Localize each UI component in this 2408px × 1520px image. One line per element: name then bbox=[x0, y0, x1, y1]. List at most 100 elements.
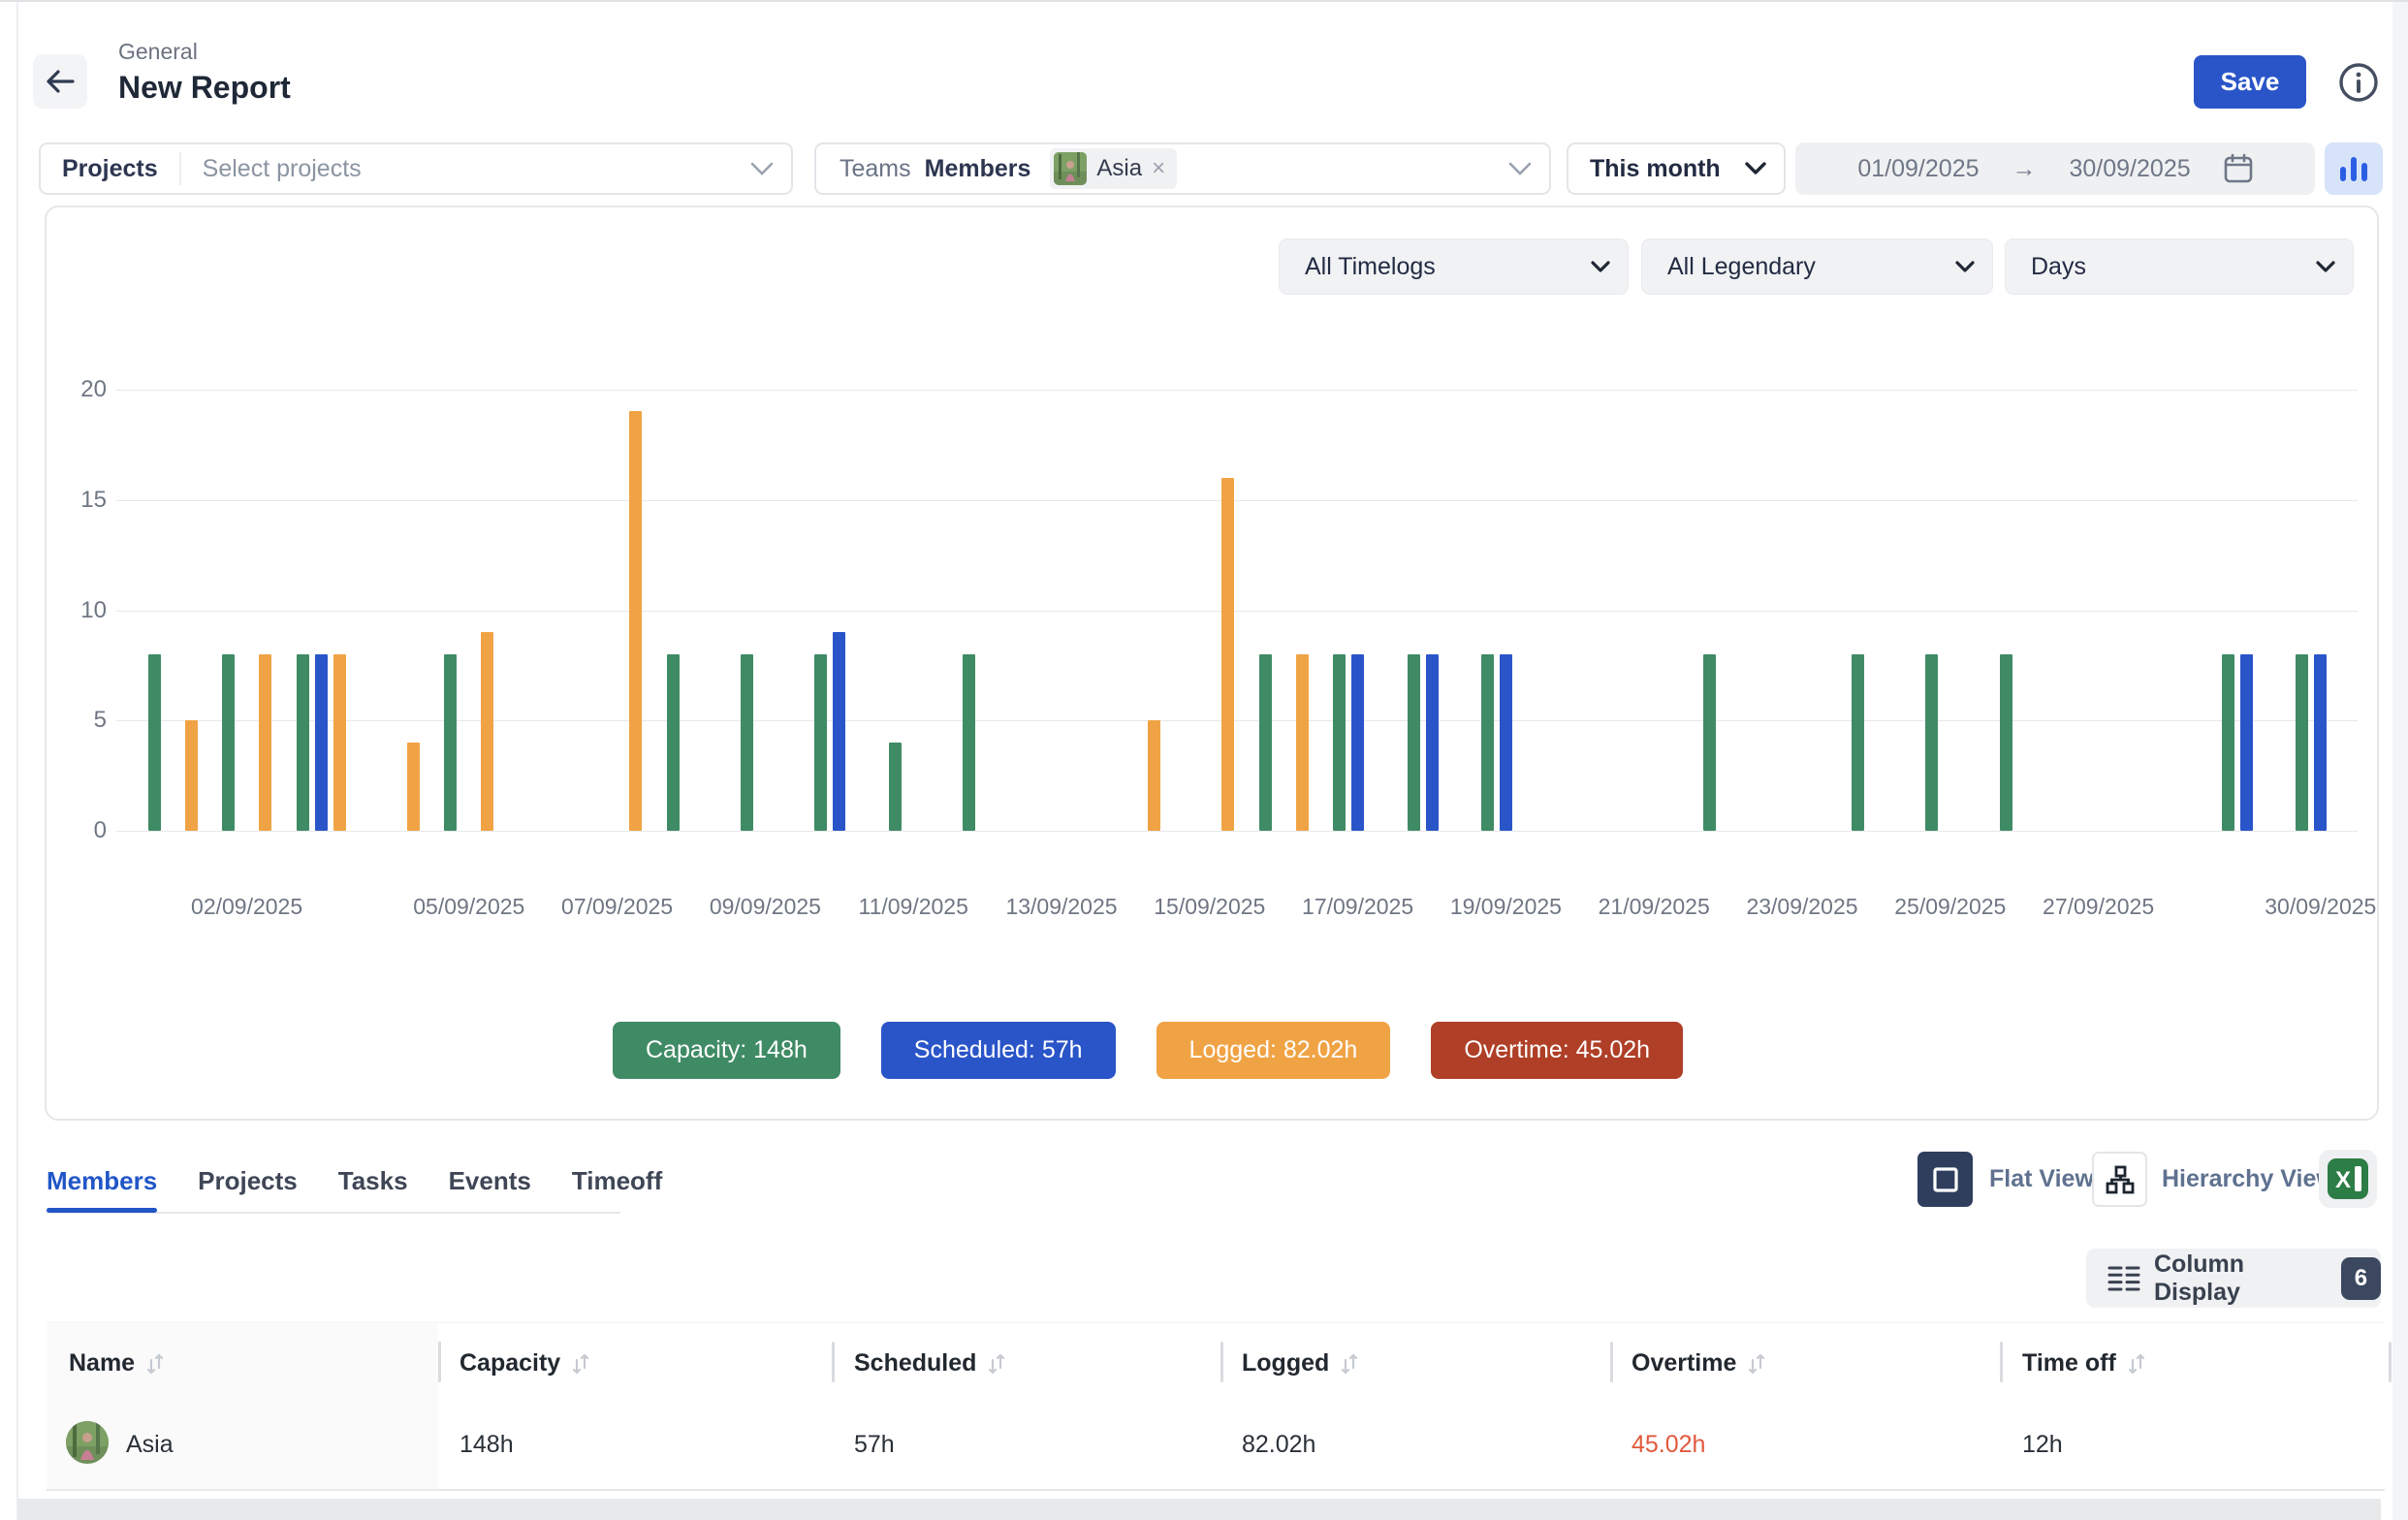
y-axis-tick: 20 bbox=[39, 376, 107, 403]
sort-icon[interactable] bbox=[146, 1352, 165, 1376]
column-divider[interactable] bbox=[438, 1342, 441, 1382]
bar-capacity-02/09/2025[interactable] bbox=[222, 654, 235, 831]
chart-legend: Capacity: 148h Scheduled: 57h Logged: 82.0… bbox=[613, 1022, 1683, 1079]
bar-logged-05/09/2025[interactable] bbox=[481, 632, 493, 831]
member-chip[interactable]: Asia × bbox=[1050, 148, 1177, 189]
bar-capacity-25/09/2025[interactable] bbox=[1925, 654, 1938, 831]
cell-capacity: 148h bbox=[459, 1431, 514, 1459]
column-header-logged[interactable]: Logged bbox=[1242, 1349, 1359, 1378]
column-header-overtime[interactable]: Overtime bbox=[1632, 1349, 1766, 1378]
bar-scheduled-17/09/2025[interactable] bbox=[1351, 654, 1364, 831]
bar-logged-04/09/2025[interactable] bbox=[407, 743, 420, 831]
sort-icon[interactable] bbox=[572, 1352, 590, 1376]
column-divider[interactable] bbox=[832, 1342, 835, 1382]
legend-logged-button[interactable]: Logged: 82.02h bbox=[1156, 1022, 1391, 1079]
bar-logged-14/09/2025[interactable] bbox=[1148, 720, 1160, 831]
next-section-edge bbox=[17, 1499, 2381, 1520]
teams-toggle[interactable]: Teams bbox=[816, 155, 925, 183]
tab-events[interactable]: Events bbox=[449, 1166, 531, 1218]
bar-capacity-18/09/2025[interactable] bbox=[1408, 654, 1420, 831]
bar-capacity-01/09/2025[interactable] bbox=[148, 654, 161, 831]
bar-logged-16/09/2025[interactable] bbox=[1296, 654, 1309, 831]
legend-capacity-button[interactable]: Capacity: 148h bbox=[613, 1022, 840, 1079]
bar-logged-02/09/2025[interactable] bbox=[259, 654, 271, 831]
tab-projects[interactable]: Projects bbox=[198, 1166, 298, 1218]
bar-capacity-24/09/2025[interactable] bbox=[1852, 654, 1864, 831]
bar-scheduled-30/09/2025[interactable] bbox=[2314, 654, 2327, 831]
timelogs-filter-value: All Timelogs bbox=[1280, 253, 1436, 281]
breadcrumb: General bbox=[118, 39, 198, 65]
sort-icon[interactable] bbox=[2128, 1352, 2146, 1376]
tab-timeoff[interactable]: Timeoff bbox=[572, 1166, 662, 1218]
column-header-capacity[interactable]: Capacity bbox=[459, 1349, 590, 1378]
column-display-button[interactable]: Column Display 6 bbox=[2086, 1249, 2381, 1308]
bar-capacity-17/09/2025[interactable] bbox=[1333, 654, 1346, 831]
bar-capacity-10/09/2025[interactable] bbox=[814, 654, 827, 831]
chevron-down-icon bbox=[1508, 162, 1532, 175]
bar-capacity-08/09/2025[interactable] bbox=[667, 654, 680, 831]
flat-view-button[interactable] bbox=[1917, 1152, 1973, 1207]
sort-icon[interactable] bbox=[988, 1352, 1006, 1376]
bar-scheduled-03/09/2025[interactable] bbox=[315, 654, 328, 831]
column-header-name[interactable]: Name bbox=[69, 1349, 165, 1378]
period-select[interactable]: This month bbox=[1567, 142, 1786, 195]
bar-logged-15/09/2025[interactable] bbox=[1221, 478, 1234, 831]
column-divider[interactable] bbox=[2389, 1342, 2392, 1382]
chevron-down-icon bbox=[1955, 261, 1975, 273]
teams-members-select[interactable]: Teams Members Asia × bbox=[814, 142, 1551, 195]
info-icon[interactable] bbox=[2338, 62, 2379, 103]
bar-capacity-30/09/2025[interactable] bbox=[2296, 654, 2308, 831]
bar-scheduled-10/09/2025[interactable] bbox=[833, 632, 845, 831]
bar-scheduled-29/09/2025[interactable] bbox=[2240, 654, 2253, 831]
bar-logged-01/09/2025[interactable] bbox=[185, 720, 198, 831]
hierarchy-view-label[interactable]: Hierarchy View bbox=[2162, 1165, 2335, 1193]
date-range-picker[interactable]: 01/09/2025 → 30/09/2025 bbox=[1795, 142, 2315, 195]
bar-scheduled-19/09/2025[interactable] bbox=[1500, 654, 1512, 831]
bar-capacity-19/09/2025[interactable] bbox=[1481, 654, 1494, 831]
bar-capacity-05/09/2025[interactable] bbox=[444, 654, 457, 831]
column-divider[interactable] bbox=[1610, 1342, 1613, 1382]
close-icon[interactable]: × bbox=[1152, 155, 1165, 182]
bar-scheduled-18/09/2025[interactable] bbox=[1426, 654, 1439, 831]
projects-select[interactable]: Projects Select projects bbox=[39, 142, 793, 195]
bar-capacity-09/09/2025[interactable] bbox=[741, 654, 753, 831]
column-header-scheduled[interactable]: Scheduled bbox=[854, 1349, 1006, 1378]
scrollbar-track[interactable] bbox=[2392, 2, 2408, 1520]
legend-scheduled-button[interactable]: Scheduled: 57h bbox=[881, 1022, 1116, 1079]
legend-overtime-button[interactable]: Overtime: 45.02h bbox=[1431, 1022, 1683, 1079]
tab-tasks[interactable]: Tasks bbox=[338, 1166, 408, 1218]
column-header-time-off[interactable]: Time off bbox=[2022, 1349, 2146, 1378]
back-button[interactable] bbox=[33, 54, 87, 109]
bar-logged-07/09/2025[interactable] bbox=[629, 411, 642, 831]
gridline-y10 bbox=[116, 611, 2358, 612]
chart-card bbox=[45, 206, 2379, 1121]
legendary-filter-select[interactable]: All Legendary bbox=[1641, 238, 1993, 295]
cell-name[interactable]: Asia bbox=[126, 1431, 174, 1459]
sort-icon[interactable] bbox=[1748, 1352, 1766, 1376]
bar-capacity-16/09/2025[interactable] bbox=[1259, 654, 1272, 831]
bar-capacity-29/09/2025[interactable] bbox=[2222, 654, 2234, 831]
bar-capacity-12/09/2025[interactable] bbox=[963, 654, 975, 831]
bar-capacity-26/09/2025[interactable] bbox=[2000, 654, 2012, 831]
flat-view-label[interactable]: Flat View bbox=[1989, 1165, 2094, 1193]
chevron-down-icon bbox=[1745, 162, 1766, 175]
members-toggle[interactable]: Members bbox=[925, 155, 1051, 183]
timelogs-filter-select[interactable]: All Timelogs bbox=[1279, 238, 1629, 295]
back-arrow-icon bbox=[45, 68, 76, 95]
cell-logged: 82.02h bbox=[1242, 1431, 1315, 1459]
period-value: This month bbox=[1568, 155, 1721, 183]
hierarchy-view-button[interactable] bbox=[2092, 1152, 2147, 1207]
bar-capacity-11/09/2025[interactable] bbox=[889, 743, 902, 831]
sort-icon[interactable] bbox=[1341, 1352, 1359, 1376]
column-divider[interactable] bbox=[1220, 1342, 1223, 1382]
column-divider[interactable] bbox=[2000, 1342, 2003, 1382]
excel-export-button[interactable]: X bbox=[2319, 1150, 2377, 1208]
bar-logged-03/09/2025[interactable] bbox=[333, 654, 346, 831]
save-button[interactable]: Save bbox=[2194, 55, 2306, 109]
bar-capacity-22/09/2025[interactable] bbox=[1703, 654, 1716, 831]
bar-capacity-03/09/2025[interactable] bbox=[297, 654, 309, 831]
y-axis-tick: 5 bbox=[39, 707, 107, 734]
chart-view-button[interactable] bbox=[2325, 142, 2383, 195]
page-title: New Report bbox=[118, 70, 291, 106]
granularity-select[interactable]: Days bbox=[2005, 238, 2354, 295]
